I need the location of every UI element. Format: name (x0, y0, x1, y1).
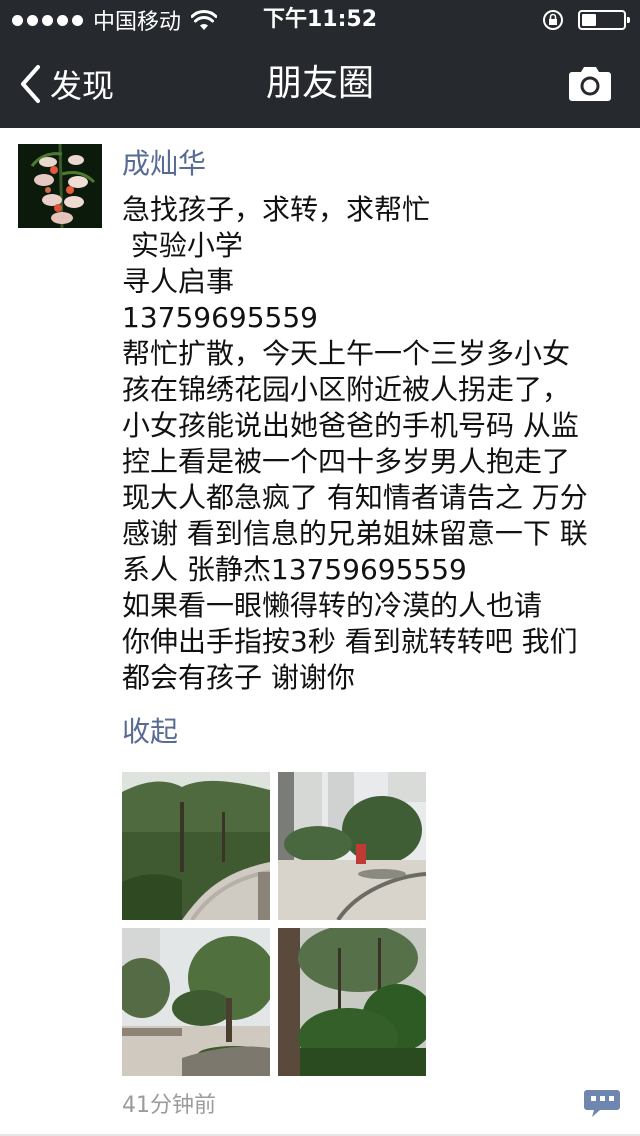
flower-avatar-image (18, 144, 102, 228)
content-line: 实验小学 (122, 229, 243, 262)
content-line: 13759695559 (122, 301, 318, 334)
moment-post: 成灿华 急找孩子，求转，求帮忙 实验小学 寻人启事 13759695559 帮忙… (0, 128, 640, 1136)
post-photo[interactable] (122, 928, 270, 1076)
content-line: 帮忙扩散，今天上午一个三岁多小女 (122, 337, 571, 370)
status-bar: 中国移动 下午11:52 (0, 0, 640, 40)
content-line: 寻人启事 (122, 265, 235, 298)
author-name[interactable]: 成灿华 (122, 144, 206, 184)
post-photo[interactable] (122, 772, 270, 920)
content-line: 系人 张静杰13759695559 (122, 553, 467, 586)
content-line: 控上看是被一个四十多岁男人抱走了 (122, 445, 571, 478)
rotation-lock-icon (543, 10, 563, 30)
collapse-link[interactable]: 收起 (122, 712, 178, 752)
content-line: 感谢 看到信息的兄弟姐妹留意一下 联 (122, 517, 588, 550)
post-photo[interactable] (278, 772, 426, 920)
camera-icon[interactable] (568, 64, 612, 102)
battery-icon (578, 10, 630, 30)
nav-bar: 发现 朋友圈 (0, 40, 640, 128)
avatar[interactable] (18, 144, 102, 228)
content-line: 如果看一眼懒得转的冷漠的人也请 (122, 589, 543, 622)
battery-level (582, 14, 596, 26)
content-line: 现大人都急疯了 有知情者请告之 万分 (122, 481, 588, 514)
post-photo[interactable] (278, 928, 426, 1076)
page-title: 朋友圈 (265, 63, 374, 104)
content-line: 小女孩能说出她爸爸的手机号码 从监 (122, 409, 579, 442)
content-line: 都会有孩子 谢谢你 (122, 661, 355, 694)
status-right (542, 4, 630, 36)
content-line: 急找孩子，求转，求帮忙 (122, 193, 431, 226)
content-line: 你伸出手指按3秒 看到就转转吧 我们 (122, 625, 578, 658)
content-line: 孩在锦绣花园小区附近被人拐走了， (122, 373, 571, 406)
comment-icon[interactable] (582, 1086, 622, 1118)
post-content: 急找孩子，求转，求帮忙 实验小学 寻人启事 13759695559 帮忙扩散，今… (122, 192, 626, 696)
post-timestamp: 41分钟前 (122, 1093, 216, 1118)
